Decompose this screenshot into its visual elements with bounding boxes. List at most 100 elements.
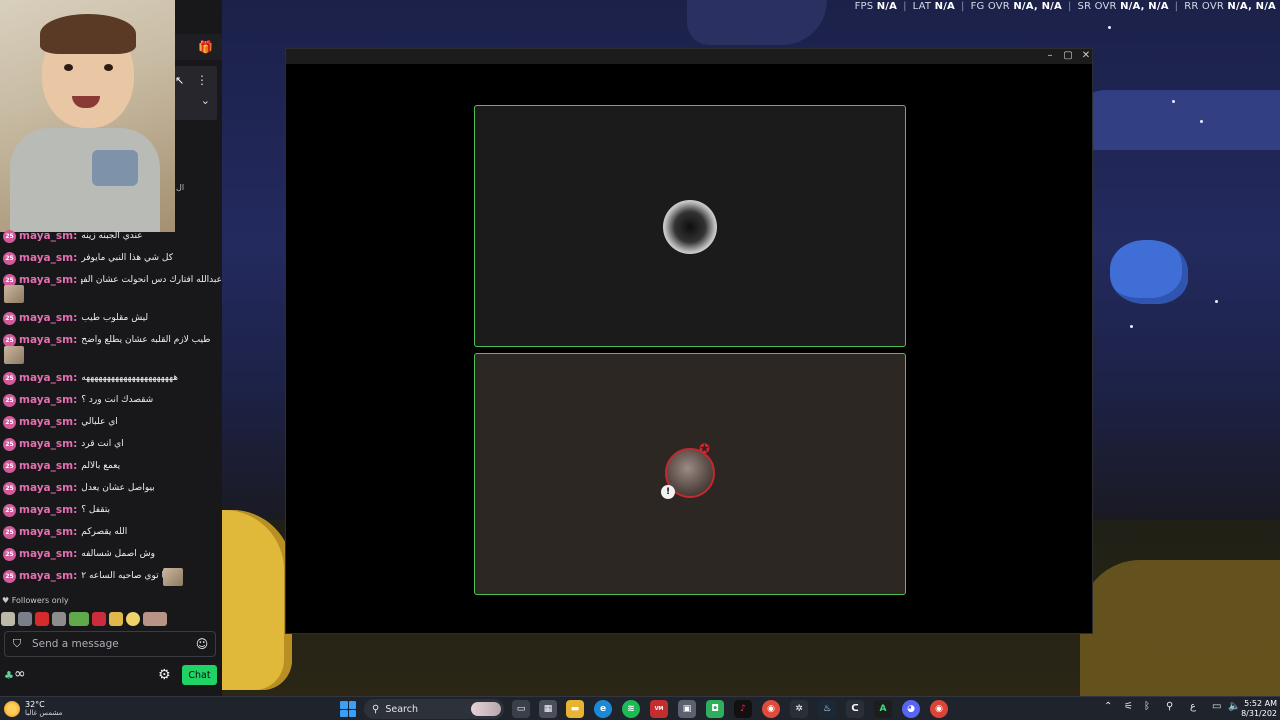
language-indicator[interactable]: ع <box>1190 701 1196 712</box>
chat-username[interactable]: maya_sm: <box>19 504 77 516</box>
chrome-profile-icon[interactable]: ◉ <box>930 700 948 718</box>
subscriber-badge-icon[interactable]: 25 <box>3 371 16 385</box>
emote-image <box>4 346 24 364</box>
subscriber-badge-icon[interactable]: 25 <box>3 481 16 495</box>
chat-message-text: يعمع بالالم <box>81 461 121 471</box>
gift-icon[interactable]: 🎁 <box>198 40 213 54</box>
subscriber-badge-icon[interactable]: 25 <box>3 547 16 561</box>
mouse-cursor-icon: ↖ <box>175 74 185 87</box>
participant-avatar <box>663 200 717 254</box>
channel-points-value: ∞ <box>14 666 26 682</box>
chrome-icon[interactable]: ◉ <box>762 700 780 718</box>
chat-message: 25 maya_sm: اي انت قرد <box>0 434 222 454</box>
emote-image <box>163 568 183 586</box>
chevron-down-icon[interactable]: ⌄ <box>201 94 210 107</box>
emote-icon[interactable] <box>35 612 49 626</box>
chat-message: 25 maya_sm: طيب لازم القلبه عشان يطلع واضح <box>0 330 222 350</box>
microphone-icon[interactable]: ⚲ <box>1166 701 1173 712</box>
subscriber-badge-icon[interactable]: 25 <box>3 229 16 243</box>
more-options-icon[interactable]: ⋮ <box>196 73 208 87</box>
bluetooth-icon[interactable]: ᛒ <box>1144 701 1150 712</box>
chat-username[interactable]: maya_sm: <box>19 274 77 286</box>
tiktok-icon[interactable]: ♪ <box>734 700 752 718</box>
participant-tile[interactable]: ✪ ! <box>474 353 906 595</box>
perf-separator: | <box>1067 1 1072 12</box>
emote-icon[interactable] <box>69 612 89 626</box>
taskbar-clock[interactable]: 5:52 AM 8/31/202 <box>1241 699 1277 719</box>
windows-start-icon[interactable] <box>340 701 356 717</box>
edge-browser-icon[interactable]: e <box>594 700 612 718</box>
chat-username[interactable]: maya_sm: <box>19 482 77 494</box>
file-explorer-icon[interactable]: ▬ <box>566 700 584 718</box>
star <box>1172 100 1175 103</box>
chat-username[interactable]: maya_sm: <box>19 548 77 560</box>
subscriber-badge-icon[interactable]: 25 <box>3 437 16 451</box>
participant-tile[interactable] <box>474 105 906 347</box>
search-icon: ⚲ <box>372 703 380 715</box>
search-highlight-image <box>471 702 501 716</box>
sun-icon <box>4 701 20 717</box>
chat-message-input[interactable] <box>32 638 195 650</box>
chat-username[interactable]: maya_sm: <box>19 460 77 472</box>
emote-icon[interactable] <box>143 612 167 626</box>
chat-username[interactable]: maya_sm: <box>19 526 77 538</box>
subscriber-badge-icon[interactable]: 25 <box>3 311 16 325</box>
emote-icon[interactable] <box>92 612 106 626</box>
channel-points-icon[interactable]: ♣ <box>4 669 14 682</box>
chevron-up-icon[interactable]: ⌃ <box>1104 701 1112 712</box>
subscriber-badge-icon[interactable]: 25 <box>3 393 16 407</box>
emoji-smile-icon[interactable]: ☺ <box>195 637 209 651</box>
discord-icon[interactable]: ◕ <box>902 700 920 718</box>
network-icon[interactable]: ⚟ <box>1124 701 1133 712</box>
app-a-icon[interactable]: A <box>874 700 892 718</box>
app-window-icon[interactable]: ▣ <box>678 700 696 718</box>
widgets-icon[interactable]: ▦ <box>539 700 557 718</box>
chat-username[interactable]: maya_sm: <box>19 416 77 428</box>
window-title-bar[interactable]: – ▢ ✕ <box>286 49 1092 64</box>
followers-only-notice: ♥ Followers only <box>2 596 69 605</box>
maximize-button[interactable]: ▢ <box>1060 50 1076 61</box>
emote-icon[interactable] <box>52 612 66 626</box>
clock-date: 8/31/202 <box>1241 709 1277 718</box>
subscriber-badge-icon[interactable]: 25 <box>3 525 16 539</box>
muted-badge-icon: ! <box>661 485 675 499</box>
chat-username[interactable]: maya_sm: <box>19 312 77 324</box>
chat-username[interactable]: maya_sm: <box>19 252 77 264</box>
app-green-icon[interactable]: ◘ <box>706 700 724 718</box>
close-button[interactable]: ✕ <box>1078 50 1094 61</box>
perf-item: SR OVR N/A, N/A <box>1078 1 1169 14</box>
chat-username[interactable]: maya_sm: <box>19 334 77 346</box>
emote-icon[interactable] <box>109 612 123 626</box>
steam-icon[interactable]: ♨ <box>818 700 836 718</box>
subscriber-badge-icon[interactable]: 25 <box>3 503 16 517</box>
app-arrow-icon[interactable]: ᑕ <box>846 700 864 718</box>
subscriber-badge-icon[interactable]: 25 <box>3 569 16 583</box>
chat-username[interactable]: maya_sm: <box>19 372 77 384</box>
perf-item: RR OVR N/A, N/A <box>1184 1 1276 14</box>
subscriber-badge-icon[interactable]: 25 <box>3 333 16 347</box>
gear-icon[interactable]: ⚙ <box>158 667 171 683</box>
display-icon[interactable]: ▭ <box>1212 701 1221 712</box>
weather-widget[interactable]: 32°C مشمس غالبا <box>4 699 62 719</box>
spotify-icon[interactable]: ≋ <box>622 700 640 718</box>
emote-picker-row <box>0 609 222 629</box>
task-view-icon[interactable]: ▭ <box>512 700 530 718</box>
webcam-hair <box>40 14 136 54</box>
voicemeeter-icon[interactable]: VM <box>650 700 668 718</box>
emote-icon[interactable] <box>18 612 32 626</box>
chat-username[interactable]: maya_sm: <box>19 438 77 450</box>
shield-icon[interactable]: ⛉ <box>10 637 24 651</box>
volume-icon[interactable]: 🔈 <box>1228 701 1240 712</box>
app-settings-icon[interactable]: ✲ <box>790 700 808 718</box>
emote-icon[interactable] <box>1 612 15 626</box>
subscriber-badge-icon[interactable]: 25 <box>3 251 16 265</box>
subscriber-badge-icon[interactable]: 25 <box>3 459 16 473</box>
chat-username[interactable]: maya_sm: <box>19 394 77 406</box>
minimize-button[interactable]: – <box>1042 50 1058 61</box>
subscriber-badge-icon[interactable]: 25 <box>3 415 16 429</box>
emote-icon[interactable] <box>126 612 140 626</box>
taskbar-search[interactable]: ⚲ Search <box>364 699 504 719</box>
chat-username[interactable]: maya_sm: <box>19 570 77 582</box>
chat-username[interactable]: maya_sm: <box>19 230 77 242</box>
chat-send-button[interactable]: Chat <box>182 665 217 685</box>
